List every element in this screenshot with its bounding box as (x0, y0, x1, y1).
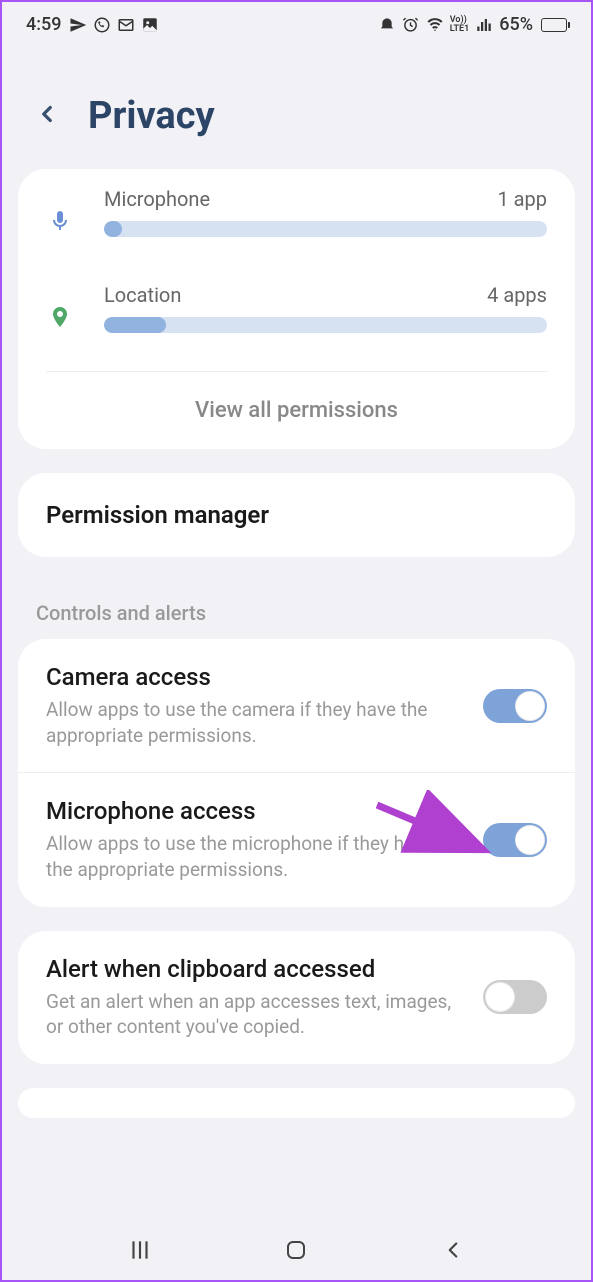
wifi-icon (426, 16, 444, 34)
toggle-description: Get an alert when an app accesses text, … (46, 989, 463, 1040)
navigation-bar (2, 1220, 591, 1280)
permission-name: Location (104, 283, 181, 307)
view-all-permissions-button[interactable]: View all permissions (18, 372, 575, 449)
permissions-card: Microphone 1 app Location 4 apps View al… (18, 169, 575, 449)
battery-percent: 65% (499, 14, 533, 35)
permission-manager-item[interactable]: Permission manager (18, 473, 575, 557)
battery-icon (541, 18, 567, 32)
camera-access-toggle[interactable] (483, 689, 547, 723)
permission-name: Microphone (104, 187, 210, 211)
permission-count: 1 app (497, 187, 547, 211)
page-title: Privacy (88, 94, 215, 138)
home-button[interactable] (281, 1235, 311, 1265)
camera-access-item[interactable]: Camera access Allow apps to use the came… (18, 639, 575, 772)
permission-usage-bar (104, 221, 547, 237)
status-bar: 4:59 Vo))LTE1 65 (2, 2, 591, 43)
clipboard-card: Alert when clipboard accessed Get an ale… (18, 931, 575, 1064)
clipboard-alert-item[interactable]: Alert when clipboard accessed Get an ale… (18, 931, 575, 1064)
signal-icon (475, 16, 493, 34)
permission-manager-card[interactable]: Permission manager (18, 473, 575, 557)
toggle-title: Alert when clipboard accessed (46, 955, 463, 983)
microphone-access-toggle[interactable] (483, 823, 547, 857)
microphone-icon (46, 207, 74, 235)
clipboard-alert-toggle[interactable] (483, 980, 547, 1014)
telegram-icon (69, 16, 87, 34)
alarm-icon (402, 16, 420, 34)
whatsapp-icon (93, 16, 111, 34)
microphone-access-item[interactable]: Microphone access Allow apps to use the … (18, 772, 575, 906)
toggle-title: Camera access (46, 663, 463, 691)
controls-card: Camera access Allow apps to use the came… (18, 639, 575, 907)
status-time: 4:59 (26, 14, 61, 35)
notification-icon (378, 16, 396, 34)
toggle-description: Allow apps to use the camera if they hav… (46, 697, 463, 748)
permission-row-microphone[interactable]: Microphone 1 app (18, 169, 575, 265)
recents-button[interactable] (125, 1235, 155, 1265)
toggle-title: Microphone access (46, 797, 463, 825)
permission-count: 4 apps (487, 283, 547, 307)
page-header: Privacy (2, 43, 591, 169)
back-button[interactable] (26, 93, 68, 139)
gmail-icon (117, 16, 135, 34)
toggle-description: Allow apps to use the microphone if they… (46, 831, 463, 882)
volte-icon: Vo))LTE1 (450, 16, 470, 34)
permission-usage-bar (104, 317, 547, 333)
section-header-controls: Controls and alerts (2, 581, 591, 639)
location-icon (46, 303, 74, 331)
gallery-icon (141, 16, 159, 34)
back-nav-button[interactable] (438, 1235, 468, 1265)
permission-row-location[interactable]: Location 4 apps (18, 265, 575, 361)
next-card (18, 1088, 575, 1118)
